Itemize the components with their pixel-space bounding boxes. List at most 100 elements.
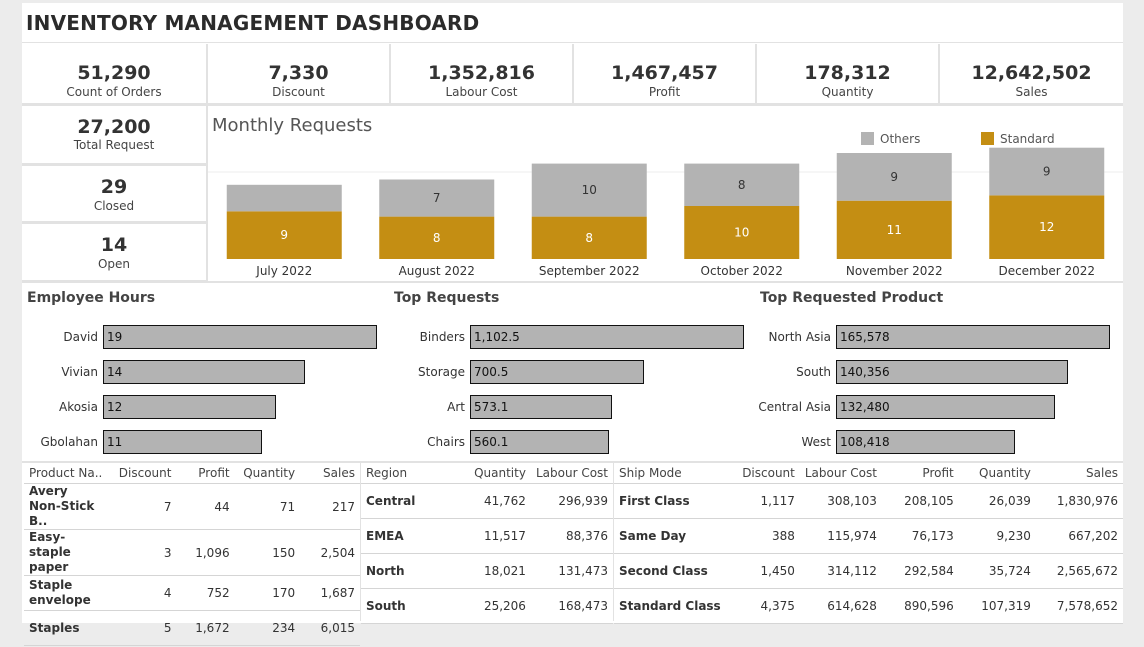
table-cell: 667,202 xyxy=(1035,518,1123,554)
bar-value-label: 573.1 xyxy=(474,400,509,414)
table-cell: 5 xyxy=(107,610,177,646)
table-cell: 217 xyxy=(300,483,360,530)
table-row: First Class 1,117 308,103 208,105 26,039 1,83… xyxy=(614,483,1123,519)
kpi-label: Discount xyxy=(272,85,325,99)
bar-value-label: 19 xyxy=(107,330,123,344)
bar-category-label: Central Asia xyxy=(758,400,831,414)
monthly-requests-chart: 9 July 2022 8 7 August 2022 8 10 September 2022… xyxy=(208,132,1123,278)
horizontal-bar: 560.1 xyxy=(470,430,609,454)
bar-category-label: Gbolahan xyxy=(40,435,98,449)
table-row: North 18,021 131,473 xyxy=(361,553,613,589)
table-cell: 1,117 xyxy=(731,483,800,519)
bar-label-standard: 8 xyxy=(585,231,593,245)
kpi-card: 1,352,816 Labour Cost xyxy=(391,44,572,103)
column-header: Ship Mode xyxy=(614,463,732,484)
bar-value-label: 11 xyxy=(107,435,123,449)
table-cell: 234 xyxy=(234,610,301,646)
region-table: Region Quantity Labour Cost Central 41,762 29… xyxy=(361,463,613,624)
bar-label-standard: 11 xyxy=(887,223,902,237)
table-cell: Easy-staple paper xyxy=(24,529,108,576)
table-cell: 107,319 xyxy=(958,588,1036,624)
table-cell: 9,230 xyxy=(958,518,1036,554)
table-row: EMEA 11,517 88,376 xyxy=(361,518,613,554)
table-cell: Staples xyxy=(24,610,108,646)
x-tick-label: October 2022 xyxy=(701,264,783,278)
table-row: South 25,206 168,473 xyxy=(361,588,613,624)
table-separator xyxy=(613,463,614,621)
table-cell: 76,173 xyxy=(881,518,959,554)
bar-category-label: South xyxy=(796,365,831,379)
table-cell: 6,015 xyxy=(300,610,360,646)
side-kpi-label: Total Request xyxy=(73,138,155,152)
bar-value-label: 14 xyxy=(107,365,123,379)
horizontal-bar: 11 xyxy=(103,430,262,454)
table-cell: First Class xyxy=(614,483,732,519)
table-cell: 7 xyxy=(107,483,177,530)
table-cell: 1,830,976 xyxy=(1035,483,1123,519)
table-cell: 150 xyxy=(234,529,301,576)
kpi-card: 178,312 Quantity xyxy=(757,44,938,103)
column-header: Sales xyxy=(1035,463,1123,484)
bar-label-others: 7 xyxy=(433,191,441,205)
table-cell: 1,096 xyxy=(176,529,235,576)
table-cell: 131,473 xyxy=(530,553,613,589)
bar-value-label: 700.5 xyxy=(474,365,509,379)
table-row: Staples 5 1,672 234 6,015 xyxy=(24,610,360,646)
horizontal-bar: 1,102.5 xyxy=(470,325,744,349)
section-title: Top Requested Product xyxy=(760,290,944,306)
table-cell: 71 xyxy=(234,483,301,530)
title-divider xyxy=(22,42,1123,43)
table-cell: 1,687 xyxy=(300,575,360,611)
table-cell: Central xyxy=(361,483,453,519)
table-cell: EMEA xyxy=(361,518,453,554)
column-header: Quantity xyxy=(958,463,1036,484)
column-header: Discount xyxy=(731,463,800,484)
side-kpi-divider xyxy=(22,280,206,283)
x-tick-label: July 2022 xyxy=(255,264,312,278)
bar-category-label: Binders xyxy=(419,330,465,344)
table-cell: 11,517 xyxy=(452,518,531,554)
side-kpi-value: 29 xyxy=(100,176,128,198)
column-header: Quantity xyxy=(452,463,531,484)
table-row: Central 41,762 296,939 xyxy=(361,483,613,519)
table-cell: 3 xyxy=(107,529,177,576)
table-cell: Standard Class xyxy=(614,588,732,624)
table-row: Same Day 388 115,974 76,173 9,230 667,202 xyxy=(614,518,1123,554)
bar-category-label: Art xyxy=(447,400,465,414)
bar-label-others: 9 xyxy=(890,170,898,184)
table-cell: North xyxy=(361,553,453,589)
kpi-label: Quantity xyxy=(821,85,874,99)
table-cell: 35,724 xyxy=(958,553,1036,589)
column-header: Product Na.. xyxy=(24,463,108,484)
kpi-value: 178,312 xyxy=(804,62,891,84)
kpi-card: 12,642,502 Sales xyxy=(940,44,1123,103)
bar-value-label: 108,418 xyxy=(840,435,890,449)
side-kpi-card: 29 Closed xyxy=(22,167,206,221)
bar-value-label: 560.1 xyxy=(474,435,509,449)
table-cell: 752 xyxy=(176,575,235,611)
bar-label-standard: 10 xyxy=(734,226,749,240)
side-kpi-label: Closed xyxy=(93,199,135,213)
side-kpi-value: 27,200 xyxy=(77,116,151,138)
table-cell: Avery Non-Stick B.. xyxy=(24,483,108,530)
section-title: Employee Hours xyxy=(27,290,156,306)
x-tick-label: December 2022 xyxy=(998,264,1095,278)
bar-label-standard: 8 xyxy=(433,231,441,245)
kpi-label: Count of Orders xyxy=(66,85,162,99)
table-cell: Second Class xyxy=(614,553,732,589)
bar-label-others: 9 xyxy=(1043,165,1051,179)
table-cell: 296,939 xyxy=(530,483,613,519)
table-cell: 168,473 xyxy=(530,588,613,624)
legend-standard-swatch xyxy=(981,132,994,145)
side-kpi-label: Open xyxy=(97,257,131,271)
kpi-value: 51,290 xyxy=(77,62,151,84)
table-cell: 41,762 xyxy=(452,483,531,519)
table-header-row: Product Na.. Discount Profit Quantity Sales xyxy=(24,463,360,484)
kpi-card: 51,290 Count of Orders xyxy=(22,44,206,103)
table-cell: 1,450 xyxy=(731,553,800,589)
column-header: Profit xyxy=(881,463,959,484)
kpi-label: Labour Cost xyxy=(445,85,518,99)
table-cell: 7,578,652 xyxy=(1035,588,1123,624)
table-cell: 26,039 xyxy=(958,483,1036,519)
column-header: Quantity xyxy=(234,463,301,484)
